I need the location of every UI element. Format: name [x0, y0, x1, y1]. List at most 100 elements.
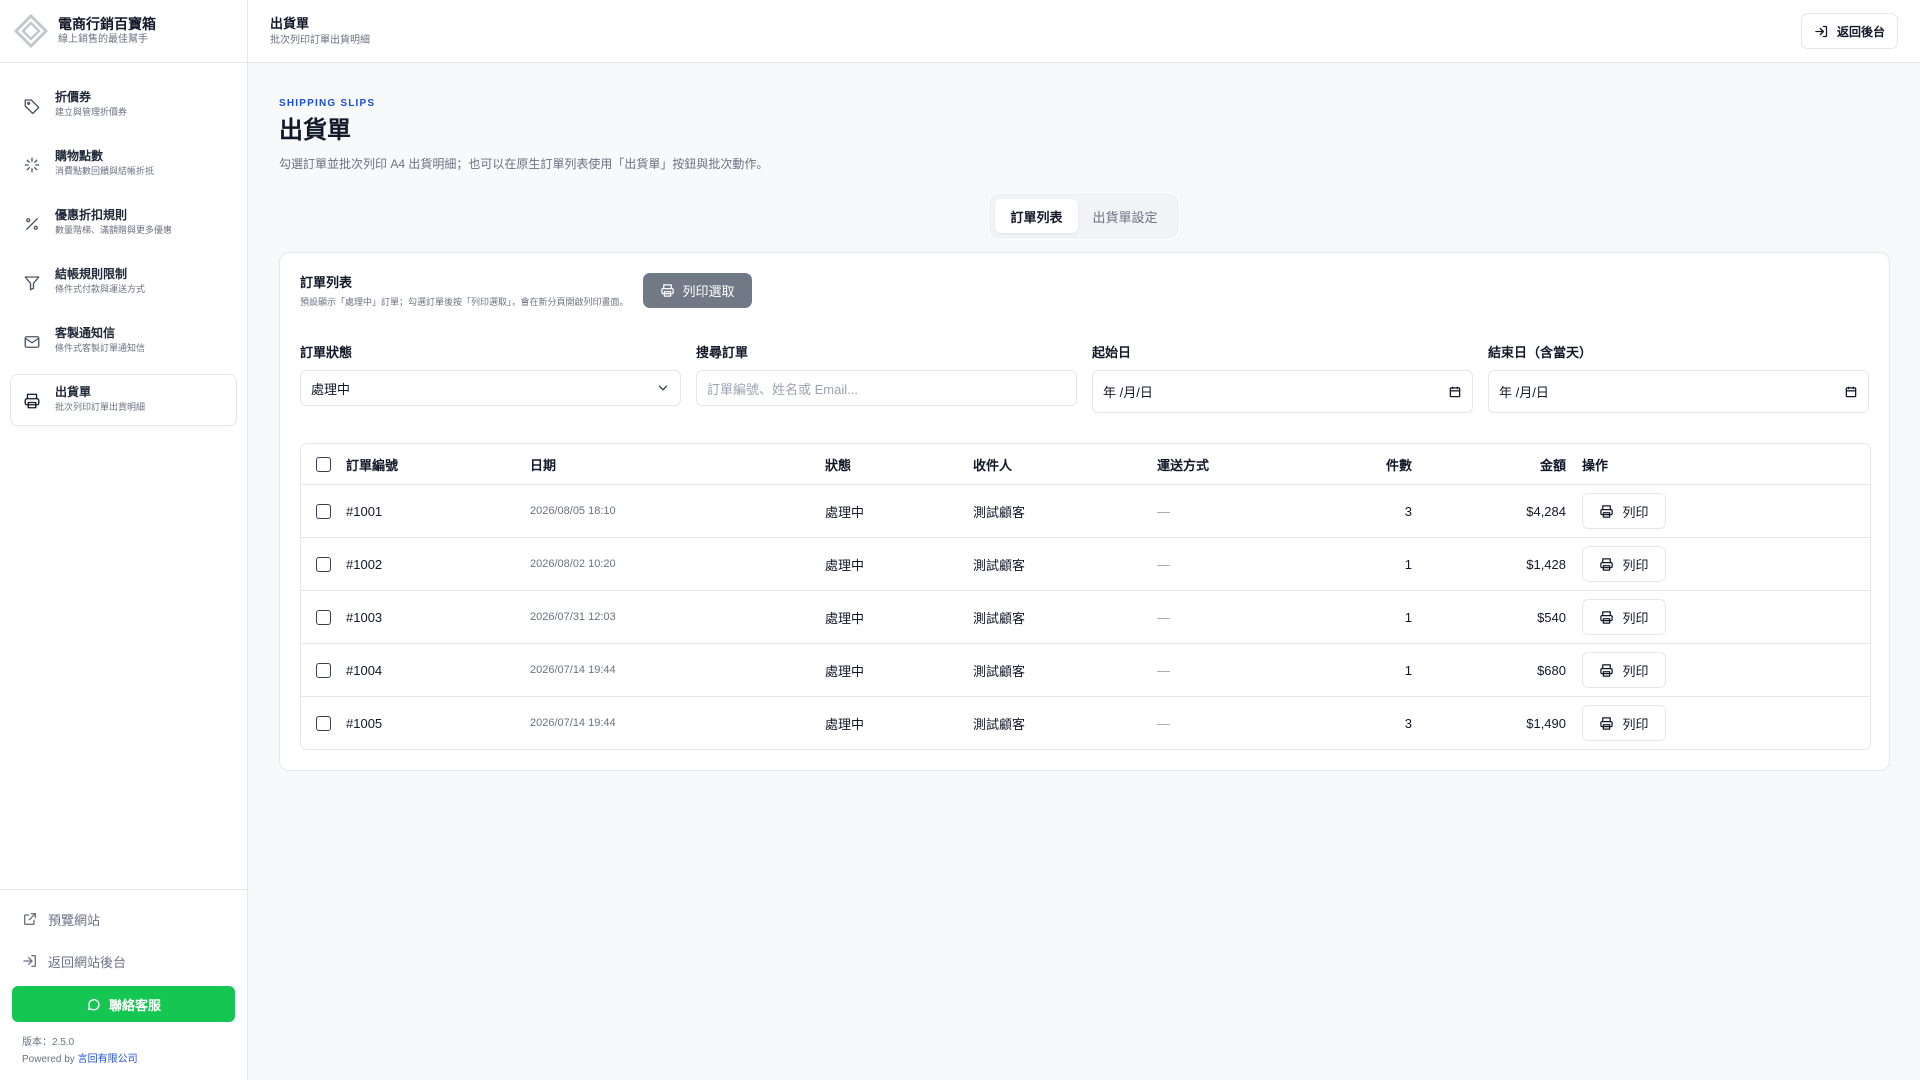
- brand-logo-icon: [14, 14, 48, 48]
- order-shipping: —: [1157, 609, 1170, 625]
- order-qty: 3: [1404, 715, 1412, 731]
- sidebar-item-label: 購物點數: [55, 149, 104, 163]
- start-date-value: 年 /月/日: [1103, 385, 1153, 400]
- tab-order-list[interactable]: 訂單列表: [995, 199, 1078, 233]
- print-row-button[interactable]: 列印: [1582, 546, 1666, 582]
- version-info: 版本：2.5.0 Powered by 言回有限公司: [12, 1034, 235, 1068]
- order-status: 處理中: [825, 663, 865, 679]
- select-all-checkbox[interactable]: [316, 456, 331, 472]
- end-date-input[interactable]: 年 /月/日: [1488, 370, 1869, 413]
- print-row-button[interactable]: 列印: [1582, 652, 1666, 688]
- company-link[interactable]: 言回有限公司: [78, 1054, 138, 1065]
- start-date-filter: 起始日 年 /月/日: [1092, 342, 1473, 413]
- mail-icon: [24, 336, 40, 348]
- row-checkbox[interactable]: [316, 662, 331, 678]
- tab-slip-settings[interactable]: 出貨單設定: [1078, 199, 1173, 233]
- contact-support-button[interactable]: 聯絡客服: [12, 986, 235, 1022]
- order-qty: 3: [1404, 503, 1412, 519]
- order-shipping: —: [1157, 662, 1170, 678]
- calendar-icon[interactable]: [1844, 385, 1858, 399]
- sign-in-icon: [23, 955, 36, 967]
- sidebar-nav: 折價券建立與管理折價券 購物點數 消費點數回饋與結帳折抵 優惠折扣規則 數量階梯、滿…: [0, 63, 247, 449]
- print-row-label: 列印: [1622, 663, 1649, 679]
- printer-icon: [24, 393, 40, 409]
- order-shipping: —: [1157, 503, 1170, 519]
- order-qty: 1: [1404, 609, 1412, 625]
- print-row-button[interactable]: 列印: [1582, 493, 1666, 529]
- end-date-value: 年 /月/日: [1499, 385, 1549, 400]
- print-row-button[interactable]: 列印: [1582, 599, 1666, 635]
- status-select[interactable]: 處理中: [300, 370, 681, 406]
- filter-icon: [24, 276, 40, 291]
- tabs-wrapper: 訂單列表 出貨單設定: [279, 194, 1889, 238]
- brand-subtitle: 線上銷售的最佳幫手: [58, 34, 148, 45]
- sidebar-item-desc: 批次列印訂單出貨明細: [55, 402, 146, 412]
- brand-title: 電商行銷百寶箱: [58, 16, 156, 32]
- sidebar-item-label: 出貨單: [55, 385, 92, 399]
- sidebar: 電商行銷百寶箱 線上銷售的最佳幫手 折價券建立與管理折價券 購物點數 消費點數回饋…: [0, 0, 248, 1080]
- tag-icon: [24, 99, 40, 115]
- order-date: 2026/07/14 19:44: [530, 664, 616, 676]
- sidebar-item-discount-rules[interactable]: 優惠折扣規則 數量階梯、滿額贈與更多優惠: [10, 197, 237, 249]
- column-header-qty: 件數: [1385, 457, 1412, 473]
- table-row: #1004 2026/07/14 19:44 處理中 測試顧客 — 1 $680…: [301, 643, 1870, 696]
- search-input[interactable]: 訂單編號、姓名或 Email...: [696, 370, 1077, 406]
- order-status: 處理中: [825, 557, 865, 573]
- print-row-label: 列印: [1622, 504, 1649, 520]
- sidebar-item-points[interactable]: 購物點數 消費點數回饋與結帳折抵: [10, 138, 237, 190]
- order-list-card: 訂單列表 預設顯示「處理中」訂單；勾選訂單後按「列印選取」，會在新分頁開啟列印畫…: [279, 252, 1890, 771]
- sidebar-item-label: 優惠折扣規則: [55, 208, 128, 222]
- column-header-shipping: 運送方式: [1157, 457, 1210, 473]
- order-qty: 1: [1404, 662, 1412, 678]
- page-title: 出貨單: [279, 117, 351, 144]
- printer-icon: [1600, 610, 1614, 624]
- sidebar-item-label: 折價券: [55, 90, 92, 104]
- order-date: 2026/07/14 19:44: [530, 717, 616, 729]
- printer-icon: [660, 284, 674, 297]
- row-checkbox[interactable]: [316, 556, 331, 572]
- order-recipient: 測試顧客: [973, 610, 1026, 626]
- sidebar-item-desc: 條件式付款與運送方式: [55, 284, 146, 294]
- printer-icon: [1600, 716, 1614, 730]
- calendar-icon[interactable]: [1448, 385, 1462, 399]
- topbar-title: 出貨單: [270, 15, 310, 31]
- back-to-dashboard-button[interactable]: 返回後台: [1800, 13, 1898, 49]
- column-header-status: 狀態: [825, 457, 852, 473]
- chevron-down-icon: [658, 385, 668, 391]
- filters: 訂單狀態 處理中 搜尋訂單 訂單編號、姓名或 Email... 起始日 年 /月…: [300, 342, 1869, 413]
- back-to-admin-label: 返回網站後台: [48, 954, 127, 970]
- sidebar-item-checkout-rules[interactable]: 結帳規則限制 條件式付款與運送方式: [10, 256, 237, 308]
- version-text: 版本：2.5.0: [22, 1037, 75, 1048]
- topbar-subtitle: 批次列印訂單出貨明細: [270, 34, 370, 46]
- printer-icon: [1600, 504, 1614, 518]
- order-recipient: 測試顧客: [973, 716, 1026, 732]
- percent-icon: [26, 218, 38, 230]
- order-amount: $4,284: [1526, 503, 1566, 519]
- order-id: #1001: [346, 503, 383, 519]
- print-selected-button[interactable]: 列印選取: [642, 273, 752, 308]
- start-date-input[interactable]: 年 /月/日: [1092, 370, 1473, 413]
- sidebar-item-coupons[interactable]: 折價券建立與管理折價券: [10, 79, 237, 131]
- brand[interactable]: 電商行銷百寶箱 線上銷售的最佳幫手: [0, 0, 247, 63]
- sidebar-item-notification-mail[interactable]: 客製通知信 條件式客製訂單通知信: [10, 315, 237, 367]
- column-header-amount: 金額: [1539, 457, 1566, 473]
- tabs: 訂單列表 出貨單設定: [990, 194, 1178, 238]
- search-filter-label: 搜尋訂單: [696, 345, 749, 360]
- row-checkbox[interactable]: [316, 609, 331, 625]
- table-row: #1005 2026/07/14 19:44 處理中 測試顧客 — 3 $1,4…: [301, 696, 1870, 749]
- print-row-button[interactable]: 列印: [1582, 705, 1666, 741]
- sidebar-item-desc: 建立與管理折價券: [55, 107, 128, 117]
- powered-by-text: Powered by: [22, 1054, 75, 1065]
- topbar: 出貨單 批次列印訂單出貨明細 返回後台: [248, 0, 1920, 63]
- status-filter: 訂單狀態 處理中: [300, 342, 681, 413]
- preview-site-link[interactable]: 預覽網站: [12, 902, 235, 936]
- sidebar-item-shipping-slips[interactable]: 出貨單批次列印訂單出貨明細: [10, 374, 237, 426]
- back-to-admin-link[interactable]: 返回網站後台: [12, 944, 235, 978]
- order-id: #1005: [346, 715, 383, 731]
- search-filter: 搜尋訂單 訂單編號、姓名或 Email...: [696, 342, 1077, 413]
- row-checkbox[interactable]: [316, 503, 331, 519]
- print-row-label: 列印: [1622, 557, 1649, 573]
- order-recipient: 測試顧客: [973, 663, 1026, 679]
- row-checkbox[interactable]: [316, 715, 331, 731]
- order-id: #1003: [346, 609, 383, 625]
